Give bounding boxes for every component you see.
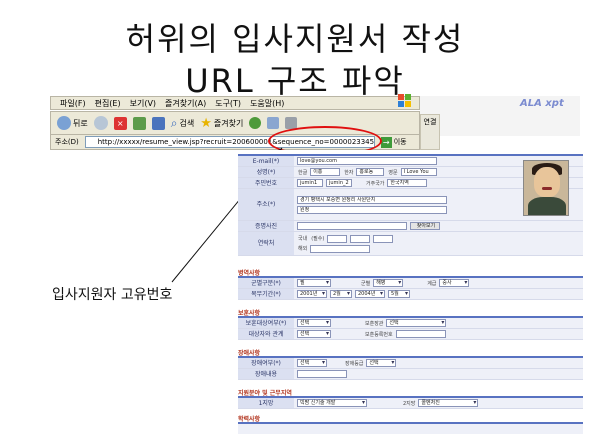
domestic-hint: (필수) [311,236,325,242]
military-period-row: 복무기간(*) 2001년 2월 2004년 5월 [238,289,583,300]
military-period-label: 복무기간(*) [238,289,294,299]
veteran-num-label: 보훈등록번호 [365,331,393,338]
contact-row: 연락처 국내 (필수) 해외 [238,232,583,256]
annotation-label: 입사지원자 고유번호 [52,287,173,303]
disability-title: 장애사항 [238,350,261,357]
rank-label: 계급 [427,280,437,287]
military-section: 병역사항 군별구분(*) 필 군별 해병 계급 중사 복무기간(*) 2001년… [238,268,583,300]
contact-label: 연락처 [238,232,294,255]
overseas-phone: 해외 [294,244,393,253]
veteran-rel-label: 보훈장관 [365,320,384,327]
jumin2-input[interactable]: jumin_2 [326,179,352,187]
phone2-input[interactable] [350,234,371,243]
applicant-photo [523,160,569,216]
hope-title: 지원분야 및 근무지역 [238,390,292,397]
veteran-target-select[interactable]: 선택 [297,319,331,327]
phone3-input[interactable] [373,234,394,243]
period-to-month[interactable]: 5월 [388,290,410,298]
photo-input[interactable] [297,222,407,230]
hope-first-label: 1지망 [238,398,294,408]
education-title: 학력사항 [238,416,261,423]
disability-detail-input[interactable] [297,370,347,378]
disability-detail-label: 장애내용 [238,369,294,379]
veteran-num-input[interactable] [395,330,446,338]
disability-grade-select[interactable]: 선택 [366,359,397,367]
military-title: 병역사항 [238,270,261,277]
veteran-title: 보훈사항 [238,310,261,317]
address-row-label: 주소(*) [238,189,294,220]
veteran-body: 보훈대상여부(*) 선택 보훈장관 선택 대상자와 관계 선택 보훈등록번호 [238,316,583,340]
name-hangul-input[interactable]: 이홍 [310,168,341,176]
branch-select[interactable]: 해병 [373,279,404,287]
photo-row: 증명사진 찾아보기 [238,221,583,232]
veteran-rel-select[interactable]: 선택 [386,319,447,327]
hope-section: 지원분야 및 근무지역 1지망 빅팜 신기술 개발 2지망 콜벤처진 [238,388,583,409]
military-type-select[interactable]: 필 [297,279,331,287]
education-body [238,422,583,434]
name-hanja-label: 한자 [344,169,354,176]
name-hanja-input[interactable]: 홍로동 [356,168,385,176]
address2-input[interactable]: 원정 [297,205,447,214]
disability-section: 장애사항 장애여부(*) 선택 장애등급 선택 장애내용 [238,348,583,380]
contact-fields: 국내 (필수) 해외 [294,234,394,253]
personal-section: E-mail(*) love@you.com 성명(*) 한글 이홍 한자 홍로… [238,154,583,256]
military-body: 군별구분(*) 필 군별 해병 계급 중사 복무기간(*) 2001년 2월 2… [238,276,583,300]
domestic-phone: 국내 (필수) [294,234,394,243]
nationality-label: 거주국가 [366,180,385,187]
photo-mouth [542,187,552,190]
name-eng-label: 영문 [388,169,398,176]
veteran-family-label: 대상자와 관계 [238,329,294,339]
overseas-label: 해외 [298,246,308,252]
resume-form: E-mail(*) love@you.com 성명(*) 한글 이홍 한자 홍로… [238,150,583,440]
address-fields: 경기 평택시 포승면 원정리 사원단지 원정 [294,195,447,214]
hope-body: 1지망 빅팜 신기술 개발 2지망 콜벤처진 [238,396,583,409]
photo-browse-button[interactable]: 찾아보기 [410,222,440,230]
hope-first-select[interactable]: 빅팜 신기술 개발 [297,399,367,407]
hope-row: 1지망 빅팜 신기술 개발 2지망 콜벤처진 [238,398,583,409]
period-to-year[interactable]: 2004년 [355,290,385,298]
disability-detail-row: 장애내용 [238,369,583,380]
veteran-target-row: 보훈대상여부(*) 선택 보훈장관 선택 [238,318,583,329]
branch-label: 군별 [361,280,371,287]
photo-face [534,167,560,197]
hope-second-select[interactable]: 콜벤처진 [418,399,479,407]
email-input[interactable]: love@you.com [297,157,437,165]
disability-grade-label: 장애등급 [345,360,364,367]
photo-label: 증명사진 [238,221,294,231]
photo-body [528,197,566,215]
phone1-input[interactable] [327,234,348,243]
jumin1-input[interactable]: jumin1 [297,179,323,187]
disability-body: 장애여부(*) 선택 장애등급 선택 장애내용 [238,356,583,380]
jumin-label: 주민번호 [238,178,294,188]
name-eng-input[interactable]: I Love You [400,168,437,176]
veteran-family-row: 대상자와 관계 선택 보훈등록번호 [238,329,583,340]
email-label: E-mail(*) [238,156,294,166]
disability-target-select[interactable]: 선택 [297,359,327,367]
overseas-input[interactable] [310,244,371,253]
period-from-month[interactable]: 2월 [330,290,352,298]
name-label: 성명(*) [238,167,294,177]
education-section: 학력사항 [238,414,583,434]
domestic-label: 국내 [298,236,308,242]
rank-select[interactable]: 중사 [439,279,470,287]
disability-target-label: 장애여부(*) [238,358,294,368]
military-type-row: 군별구분(*) 필 군별 해병 계급 중사 [238,278,583,289]
hope-second-label: 2지망 [403,400,416,407]
name-hangul-label: 한글 [298,169,308,176]
nationality-input[interactable]: 한국지역 [387,179,428,187]
disability-target-row: 장애여부(*) 선택 장애등급 선택 [238,358,583,369]
period-from-year[interactable]: 2001년 [297,290,327,298]
veteran-family-select[interactable]: 선택 [297,330,331,338]
veteran-section: 보훈사항 보훈대상여부(*) 선택 보훈장관 선택 대상자와 관계 선택 보훈등… [238,308,583,340]
veteran-target-label: 보훈대상여부(*) [238,318,294,328]
address1-input[interactable]: 경기 평택시 포승면 원정리 사원단지 [297,195,447,204]
military-type-label: 군별구분(*) [238,278,294,288]
